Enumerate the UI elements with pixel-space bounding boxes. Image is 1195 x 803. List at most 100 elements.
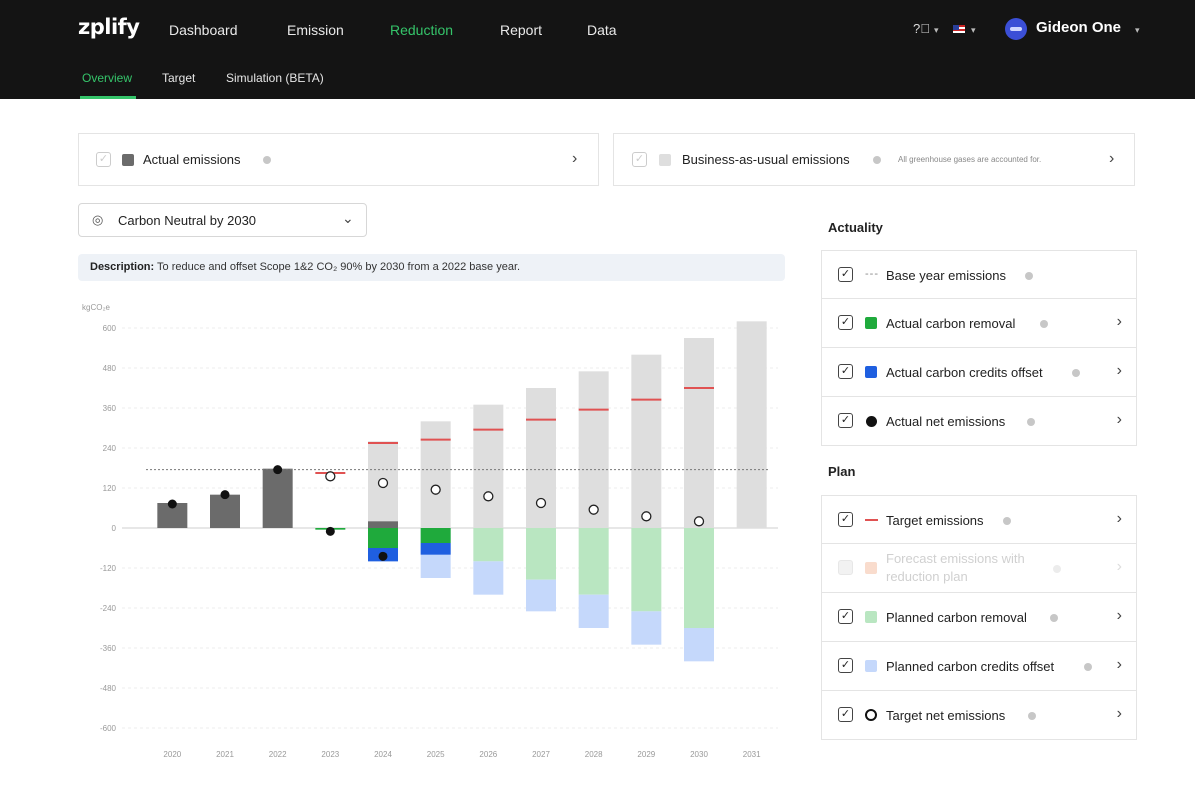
legend-label: Base year emissions xyxy=(886,268,1006,283)
chevron-right-icon[interactable]: › xyxy=(1117,705,1122,723)
active-tab-indicator xyxy=(80,96,136,99)
chevron-right-icon[interactable]: › xyxy=(1109,150,1114,168)
planned-removal-checkbox[interactable]: ✓ xyxy=(838,609,853,624)
red-line-icon xyxy=(865,519,878,521)
nav-dashboard[interactable]: Dashboard xyxy=(169,22,238,38)
info-icon[interactable] xyxy=(1050,614,1058,622)
legend-label: Planned carbon removal xyxy=(886,610,1027,625)
chevron-right-icon[interactable]: › xyxy=(1117,411,1122,429)
actual-offset-checkbox[interactable]: ✓ xyxy=(838,364,853,379)
info-icon[interactable] xyxy=(1028,712,1036,720)
legend-actual-offset[interactable]: ✓ Actual carbon credits offset › xyxy=(821,348,1137,397)
chevron-right-icon[interactable]: › xyxy=(1117,362,1122,380)
bau-bar xyxy=(578,371,609,528)
planned-removal-bar xyxy=(684,528,714,628)
avatar[interactable] xyxy=(1005,18,1027,40)
chevron-down-icon: ⌄ xyxy=(342,210,354,226)
target-emissions-checkbox[interactable]: ✓ xyxy=(838,512,853,527)
nav-reduction[interactable]: Reduction xyxy=(390,22,453,38)
ring-icon xyxy=(865,709,877,721)
bau-emissions-card[interactable]: ✓ Business-as-usual emissions All greenh… xyxy=(613,133,1135,186)
chevron-right-icon[interactable]: › xyxy=(1117,607,1122,625)
legend-planned-removal[interactable]: ✓ Planned carbon removal › xyxy=(821,593,1137,642)
target-net-point xyxy=(641,511,652,522)
legend-forecast-emissions[interactable]: ✓ Forecast emissions with reduction plan… xyxy=(821,544,1137,593)
nav-report[interactable]: Report xyxy=(500,22,542,38)
target-net-point xyxy=(377,477,389,489)
info-icon[interactable] xyxy=(873,156,881,164)
legend-label: Target emissions xyxy=(886,513,984,528)
us-flag-icon[interactable] xyxy=(953,25,965,33)
bau-emissions-checkbox[interactable]: ✓ xyxy=(632,152,647,167)
tab-target[interactable]: Target xyxy=(162,71,195,85)
actual-emissions-swatch xyxy=(122,154,134,166)
planned-offset-bar xyxy=(578,594,609,628)
target-net-checkbox[interactable]: ✓ xyxy=(838,707,853,722)
legend-base-year[interactable]: ✓ --- Base year emissions xyxy=(821,250,1137,299)
legend-target-emissions[interactable]: ✓ Target emissions › xyxy=(821,495,1137,544)
info-icon[interactable] xyxy=(1003,517,1011,525)
emissions-chart-svg: kgCO₂e 600 480 360 240 120 0 -120 -240 -360 -480 -6… xyxy=(82,303,778,759)
legend-actual-net[interactable]: ✓ Actual net emissions › xyxy=(821,397,1137,446)
description-banner: Description: To reduce and offset Scope … xyxy=(78,254,785,281)
nav-emission[interactable]: Emission xyxy=(287,22,344,38)
y-tick-label: 0 xyxy=(112,524,117,533)
legend-planned-offset[interactable]: ✓ Planned carbon credits offset › xyxy=(821,642,1137,691)
tab-overview[interactable]: Overview xyxy=(82,71,132,85)
logo: zplify xyxy=(78,15,140,39)
chevron-right-icon[interactable]: › xyxy=(1117,313,1122,331)
legend-label: Planned carbon credits offset xyxy=(886,659,1055,674)
info-icon[interactable] xyxy=(1072,369,1080,377)
forecast-emissions-checkbox[interactable]: ✓ xyxy=(838,560,853,575)
legend-actual-removal[interactable]: ✓ Actual carbon removal › xyxy=(821,299,1137,348)
actual-removal-swatch xyxy=(865,317,877,329)
base-year-checkbox[interactable]: ✓ xyxy=(838,267,853,282)
actual-net-checkbox[interactable]: ✓ xyxy=(838,413,853,428)
x-tick-label: 2027 xyxy=(532,750,550,759)
legend-label: Target net emissions xyxy=(886,708,1006,723)
y-tick-label: -480 xyxy=(100,684,117,693)
actual-offset-swatch xyxy=(865,366,877,378)
y-tick-label: 600 xyxy=(103,324,117,333)
actual-removal-checkbox[interactable]: ✓ xyxy=(838,315,853,330)
chevron-down-icon: ▾ xyxy=(934,25,939,35)
x-tick-label: 2022 xyxy=(269,750,287,759)
target-select[interactable]: ◎ Carbon Neutral by 2030 ⌄ xyxy=(78,203,367,237)
actual-net-point xyxy=(167,499,177,509)
bau-note: All greenhouse gases are accounted for. xyxy=(898,155,1042,164)
nav-data[interactable]: Data xyxy=(587,22,617,38)
chevron-right-icon[interactable]: › xyxy=(1117,510,1122,528)
actual-emissions-label: Actual emissions xyxy=(143,152,241,167)
x-tick-label: 2029 xyxy=(637,750,655,759)
help-icon[interactable]: ?⃝ xyxy=(913,21,930,36)
tab-simulation[interactable]: Simulation (BETA) xyxy=(226,71,324,85)
target-net-point xyxy=(693,516,705,527)
actual-emissions-card[interactable]: ✓ Actual emissions › xyxy=(78,133,599,186)
actual-offset-bar xyxy=(420,543,451,555)
bau-bar xyxy=(736,321,767,528)
y-axis-label: kgCO₂e xyxy=(82,303,111,312)
x-tick-label: 2021 xyxy=(216,750,234,759)
info-icon[interactable] xyxy=(1053,565,1061,573)
planned-offset-bar xyxy=(631,611,662,645)
chevron-right-icon[interactable]: › xyxy=(572,150,577,168)
legend-target-net[interactable]: ✓ Target net emissions › xyxy=(821,691,1137,740)
user-name[interactable]: Gideon One xyxy=(1036,19,1121,36)
info-icon[interactable] xyxy=(263,156,271,164)
chevron-right-icon[interactable]: › xyxy=(1117,558,1122,576)
bau-emissions-swatch xyxy=(659,154,671,166)
planned-offset-checkbox[interactable]: ✓ xyxy=(838,658,853,673)
y-tick-label: -600 xyxy=(100,724,117,733)
info-icon[interactable] xyxy=(1025,272,1033,280)
actual-removal-bar xyxy=(420,528,451,543)
planned-offset-swatch xyxy=(865,660,877,672)
x-tick-label: 2025 xyxy=(427,750,445,759)
info-icon[interactable] xyxy=(1040,320,1048,328)
info-icon[interactable] xyxy=(1084,663,1092,671)
planned-removal-swatch xyxy=(865,611,877,623)
info-icon[interactable] xyxy=(1027,418,1035,426)
y-tick-label: -120 xyxy=(100,564,117,573)
actual-emissions-checkbox[interactable]: ✓ xyxy=(96,152,111,167)
chevron-right-icon[interactable]: › xyxy=(1117,656,1122,674)
top-bar: zplify Dashboard Emission Reduction Repo… xyxy=(0,0,1195,99)
